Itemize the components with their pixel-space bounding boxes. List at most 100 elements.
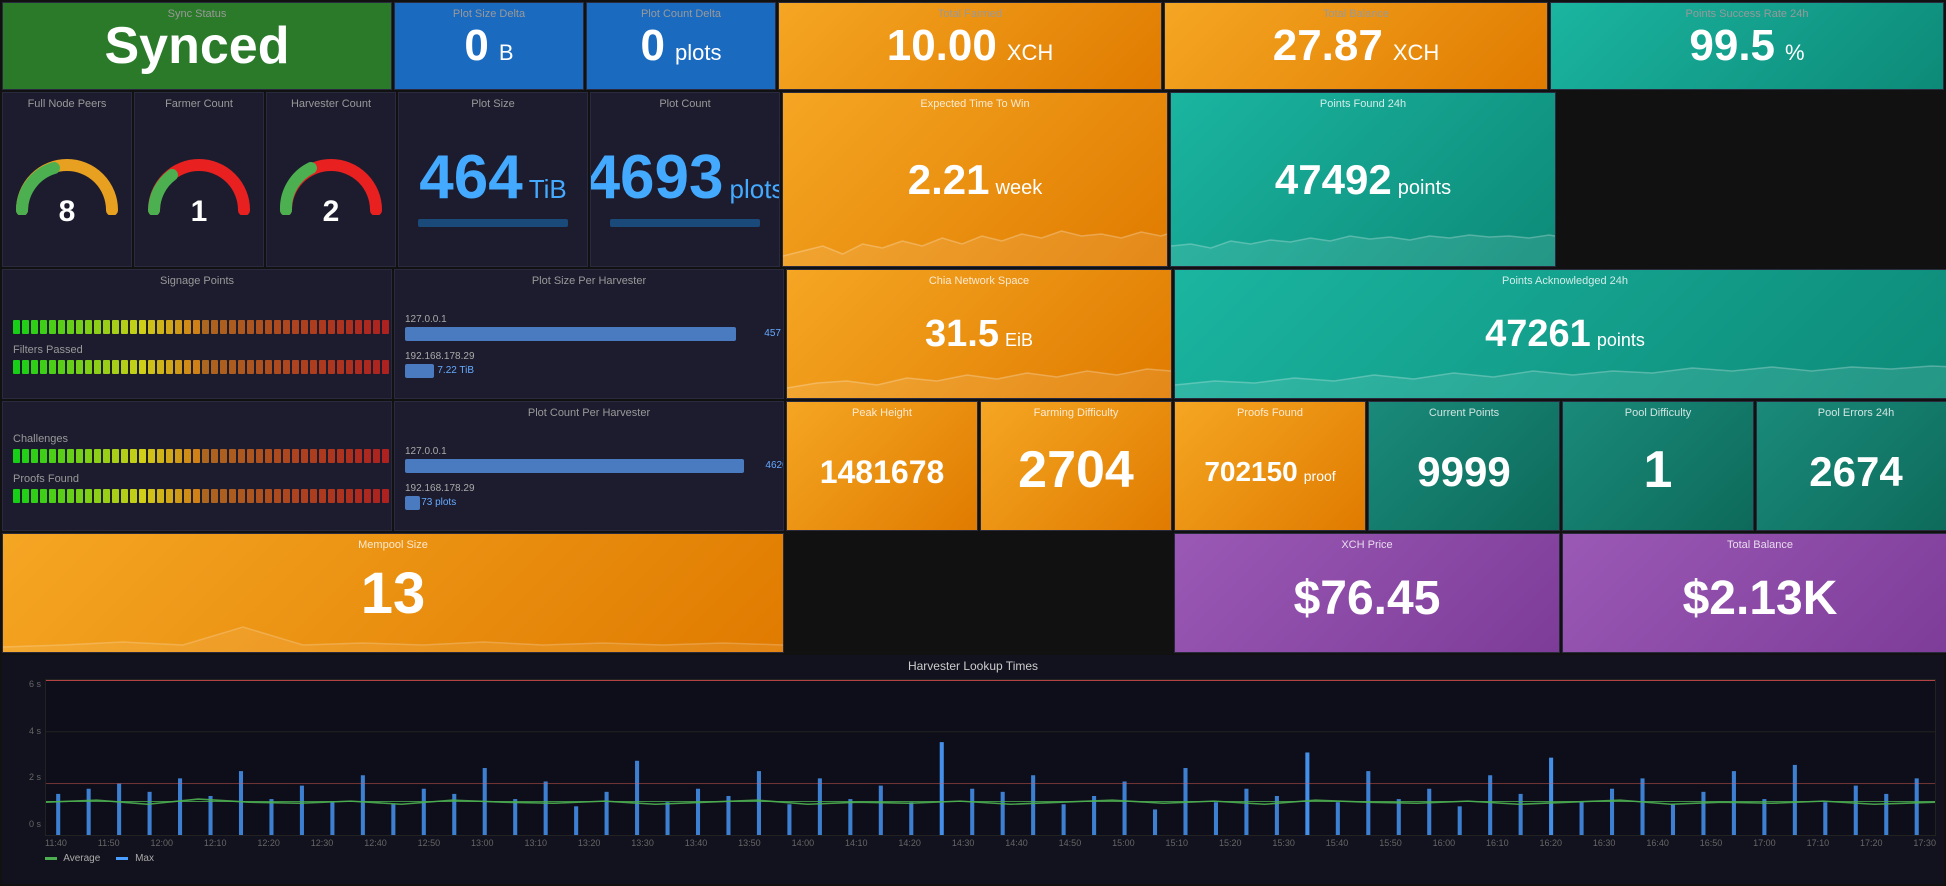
x-label-1330: 13:30 [631, 838, 654, 848]
points-ack-sparkline [1175, 353, 1946, 398]
harvester-count-bar-1: 127.0.0.1 4620 plots [405, 446, 773, 473]
pool-errors-panel: Pool Errors 24h 2674 [1756, 401, 1946, 531]
total-farmed-panel: Total Farmed 10.00 XCH [778, 2, 1162, 90]
pool-errors-label: Pool Errors 24h [1757, 407, 1946, 419]
farming-difficulty-label: Farming Difficulty [981, 407, 1171, 419]
x-label-1140: 11:40 [45, 838, 67, 848]
x-label-1410: 14:10 [845, 838, 868, 848]
xch-price-panel: XCH Price $76.45 [1174, 533, 1560, 653]
plot-size-delta-value: 0 [464, 21, 488, 71]
points-found-value-group: 47492 points [1275, 156, 1451, 204]
total-balance-unit: XCH [1393, 40, 1439, 66]
y-label-0s: 0 s [10, 819, 41, 829]
plot-size-value: 464 [419, 142, 522, 213]
plot-count-bar [610, 219, 760, 227]
farming-difficulty-panel: Farming Difficulty 2704 [980, 401, 1172, 531]
challenges-bars-row: 12.6 c/m [13, 449, 381, 463]
x-label-1320: 13:20 [578, 838, 601, 848]
x-label-1550: 15:50 [1379, 838, 1402, 848]
points-success-rate-unit: % [1785, 40, 1805, 66]
x-label-1250: 12:50 [418, 838, 441, 848]
full-node-peers-value: 8 [59, 195, 76, 229]
pool-difficulty-panel: Pool Difficulty 1 [1562, 401, 1754, 531]
points-found-label: Points Found 24h [1171, 98, 1555, 110]
peak-height-value: 1481678 [820, 454, 945, 491]
peak-height-label: Peak Height [787, 407, 977, 419]
plot-count-delta-unit: plots [675, 40, 721, 66]
total-farmed-label: Total Farmed [779, 8, 1161, 20]
total-farmed-value-group: 10.00 XCH [887, 21, 1054, 71]
plot-count-delta-value: 0 [641, 21, 665, 71]
pool-difficulty-label: Pool Difficulty [1563, 407, 1753, 419]
points-success-rate-value: 99.5 [1689, 21, 1775, 71]
plot-size-delta-label: Plot Size Delta [395, 8, 583, 20]
points-success-rate-value-group: 99.5 % [1689, 21, 1804, 71]
chart-container: 6 s 4 s 2 s 0 s [10, 679, 1936, 849]
total-farmed-value: 10.00 [887, 21, 997, 71]
max-label: Max [135, 853, 154, 864]
current-points-panel: Current Points 9999 [1368, 401, 1560, 531]
harvester-bar-2: 192.168.178.29 7.22 TiB [405, 351, 773, 378]
mempool-size-panel: Mempool Size 13 [2, 533, 784, 653]
x-label-1200: 12:00 [151, 838, 174, 848]
plot-size-unit: TiB [529, 174, 567, 205]
x-label-1230: 12:30 [311, 838, 334, 848]
mempool-sparkline [3, 607, 783, 652]
x-label-1350: 13:50 [738, 838, 761, 848]
red-line-2s [46, 783, 1935, 784]
sync-status-value: Synced [105, 16, 290, 76]
plot-count-panel: Plot Count 4693 plots [590, 92, 780, 267]
chia-network-space-value-group: 31.5 EiB [925, 313, 1033, 356]
farmer-count-gauge: 1 [135, 93, 263, 266]
proofs-found-metric-unit: proof [1304, 468, 1336, 484]
average-color-indicator [45, 857, 57, 860]
farmer-count-label: Farmer Count [135, 98, 263, 110]
max-color-indicator [116, 857, 128, 860]
points-found-panel: Points Found 24h 47492 points [1170, 92, 1556, 267]
farmer-count-panel: Farmer Count 1 [134, 92, 264, 267]
plot-count-delta-label: Plot Count Delta [587, 8, 775, 20]
xch-price-label: XCH Price [1175, 539, 1559, 551]
points-acknowledged-value: 47261 [1485, 313, 1591, 356]
chart-plot-area [45, 679, 1936, 836]
y-label-6s: 6 s [10, 679, 41, 689]
proofs-found-metric-label: Proofs Found [1175, 407, 1365, 419]
x-label-1310: 13:10 [524, 838, 547, 848]
points-success-rate-panel: Points Success Rate 24h 99.5 % [1550, 2, 1944, 90]
harvester-count-panel: Harvester Count 2 [266, 92, 396, 267]
legend-max: Max [116, 853, 154, 864]
challenges-proofs-panel: Challenges 12.6 c/m Proofs Found 28.2 c/… [2, 401, 392, 531]
expected-time-sparkline [783, 216, 1167, 266]
harvester-bar-1: 127.0.0.1 457 TiB [405, 314, 773, 341]
chart-legend: Average Max [10, 849, 1936, 868]
full-node-peers-label: Full Node Peers [3, 98, 131, 110]
total-balance-fiat-label: Total Balance [1563, 539, 1946, 551]
farmer-count-value: 1 [191, 195, 208, 229]
chia-network-space-value: 31.5 [925, 313, 999, 356]
harvester-count-bar-2: 192.168.178.29 73 plots [405, 483, 773, 510]
chart-y-axis: 6 s 4 s 2 s 0 s [10, 679, 45, 849]
total-farmed-unit: XCH [1007, 40, 1053, 66]
points-acknowledged-unit: points [1597, 330, 1645, 351]
full-node-peers-gauge: 8 [3, 93, 131, 266]
chia-network-space-unit: EiB [1005, 330, 1033, 351]
x-label-1450: 14:50 [1059, 838, 1082, 848]
y-label-4s: 4 s [10, 726, 41, 736]
chia-network-space-panel: Chia Network Space 31.5 EiB [786, 269, 1172, 399]
full-node-peers-panel: Full Node Peers 8 [2, 92, 132, 267]
total-balance-value: 27.87 [1273, 21, 1383, 71]
harvester-count-gauge: 2 [267, 93, 395, 266]
proofs-found-bars-label: Proofs Found [13, 473, 79, 485]
plot-count-per-harvester-panel: Plot Count Per Harvester 127.0.0.1 4620 … [394, 401, 784, 531]
x-label-1620: 16:20 [1539, 838, 1562, 848]
signage-points-bars-row: 6.32 c/m [13, 320, 381, 334]
chia-network-sparkline [787, 353, 1171, 398]
legend-average: Average [45, 853, 100, 864]
x-label-1610: 16:10 [1486, 838, 1509, 848]
x-label-1240: 12:40 [364, 838, 387, 848]
plot-size-value-group: 464 TiB [419, 142, 567, 213]
points-acknowledged-value-group: 47261 points [1485, 313, 1645, 356]
x-label-1220: 12:20 [257, 838, 280, 848]
proofs-found-bars-row: 28.2 c/m [13, 489, 381, 503]
x-label-1520: 15:20 [1219, 838, 1242, 848]
